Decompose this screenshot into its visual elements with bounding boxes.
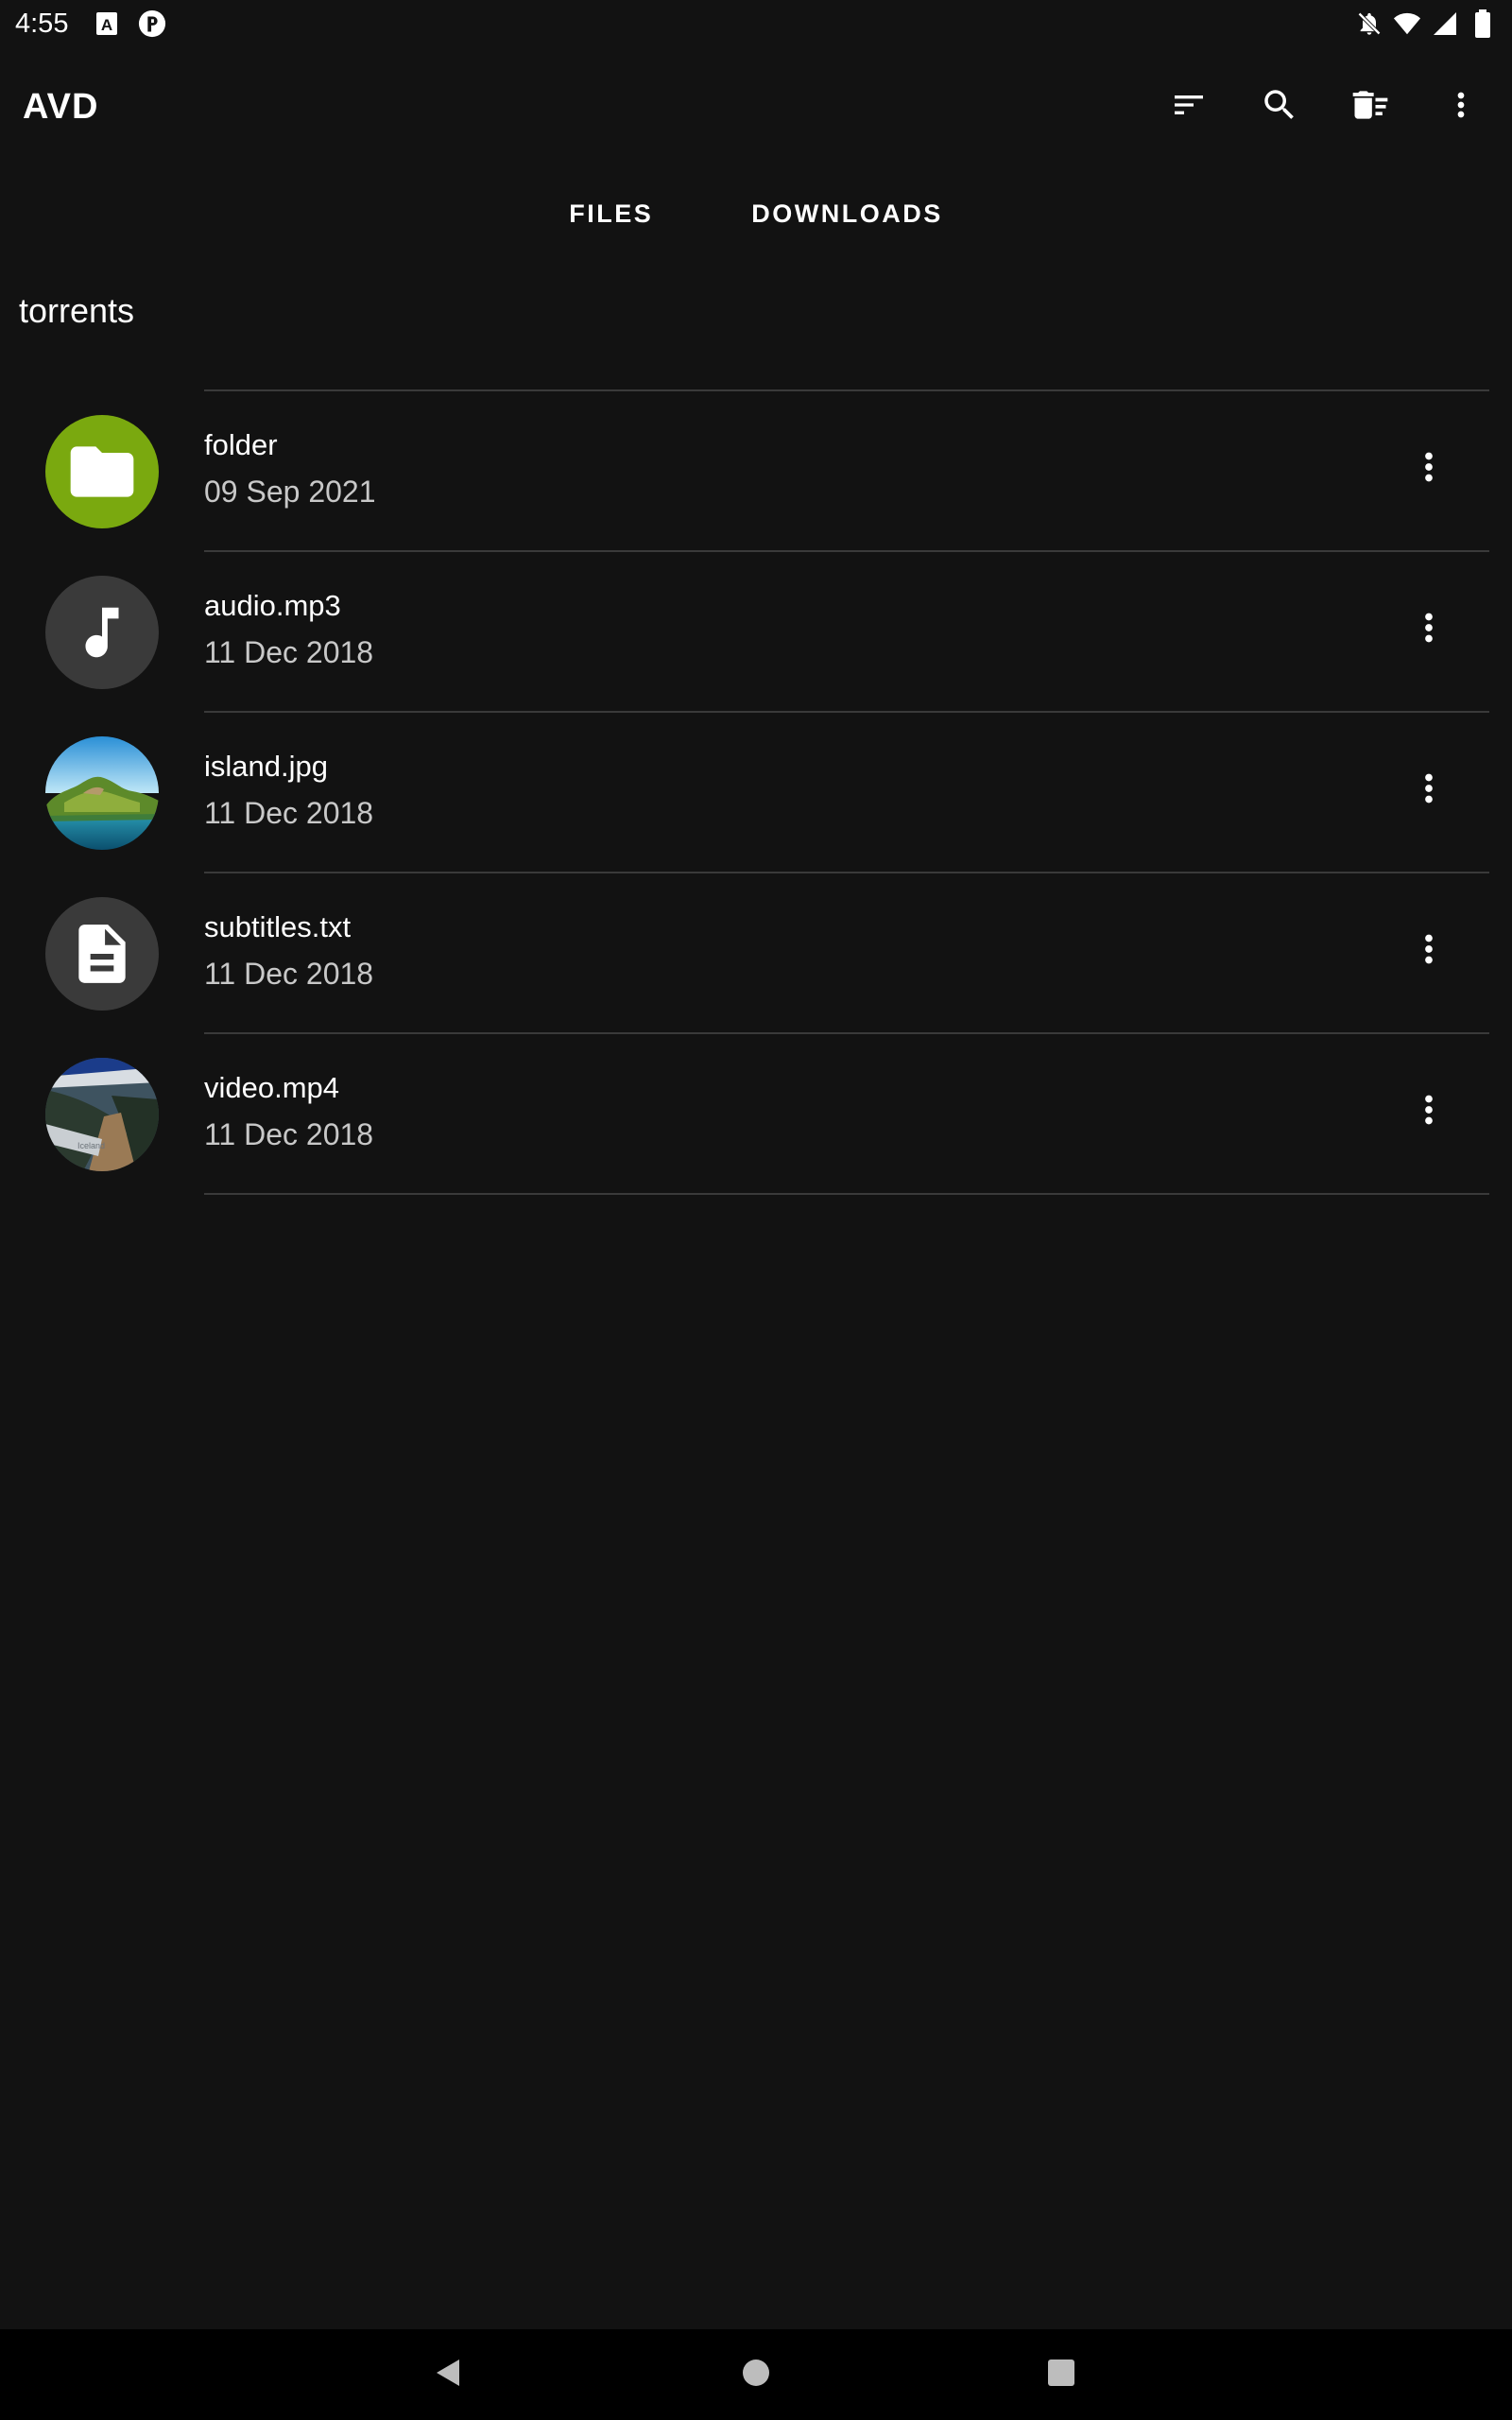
file-list: folder 09 Sep 2021 audio.mp3 11 Dec 2018 <box>0 389 1512 1195</box>
file-date: 11 Dec 2018 <box>204 796 374 831</box>
more-vert-icon <box>1442 86 1480 129</box>
wifi-icon <box>1393 9 1421 38</box>
delete-sweep-button[interactable] <box>1334 71 1406 143</box>
more-vert-icon <box>1407 1088 1451 1136</box>
item-menu-button[interactable] <box>1393 433 1465 505</box>
tab-bar: FILES DOWNLOADS <box>0 176 1512 251</box>
back-icon <box>431 2356 465 2394</box>
file-name: island.jpg <box>204 750 328 783</box>
more-vert-icon <box>1407 606 1451 654</box>
app-bar: AVD <box>0 47 1512 166</box>
search-icon <box>1260 85 1299 130</box>
list-item[interactable]: folder 09 Sep 2021 <box>0 391 1512 550</box>
list-item[interactable]: audio.mp3 11 Dec 2018 <box>0 552 1512 711</box>
file-name: subtitles.txt <box>204 910 352 943</box>
file-date: 11 Dec 2018 <box>204 635 374 670</box>
search-button[interactable] <box>1244 71 1315 143</box>
status-bar: 4:55 A <box>0 0 1512 47</box>
file-date: 09 Sep 2021 <box>204 475 376 510</box>
system-nav-bar <box>0 2329 1512 2420</box>
status-time: 4:55 <box>15 8 69 39</box>
app-bar-actions <box>1153 71 1497 143</box>
more-vert-icon <box>1407 767 1451 815</box>
item-menu-button[interactable] <box>1393 594 1465 666</box>
app-title: AVD <box>23 86 99 127</box>
document-icon <box>45 897 159 1011</box>
recents-icon <box>1046 2358 1076 2393</box>
current-directory-label: torrents <box>19 291 135 330</box>
file-name: audio.mp3 <box>204 589 341 622</box>
video-thumbnail: Iceland <box>45 1058 159 1171</box>
file-date: 11 Dec 2018 <box>204 1117 374 1152</box>
music-note-icon <box>45 576 159 689</box>
item-menu-button[interactable] <box>1393 915 1465 987</box>
home-button[interactable] <box>726 2344 786 2405</box>
delete-sweep-icon <box>1349 84 1391 130</box>
sort-button[interactable] <box>1153 71 1225 143</box>
recents-button[interactable] <box>1031 2344 1091 2405</box>
file-name: folder <box>204 428 278 461</box>
svg-text:Iceland: Iceland <box>77 1141 105 1150</box>
svg-text:A: A <box>101 16 112 34</box>
item-menu-button[interactable] <box>1393 1076 1465 1148</box>
a-notification-icon: A <box>93 9 121 38</box>
file-name: video.mp4 <box>204 1071 340 1104</box>
battery-icon <box>1469 9 1497 38</box>
list-item[interactable]: subtitles.txt 11 Dec 2018 <box>0 873 1512 1032</box>
sort-icon <box>1170 86 1208 129</box>
home-icon <box>741 2358 771 2393</box>
island-thumbnail <box>45 736 159 850</box>
list-item[interactable]: island.jpg 11 Dec 2018 <box>0 713 1512 872</box>
item-menu-button[interactable] <box>1393 754 1465 826</box>
signal-icon <box>1431 9 1459 38</box>
more-vert-icon <box>1407 445 1451 493</box>
tab-files[interactable]: FILES <box>520 181 702 248</box>
list-divider <box>204 1193 1489 1195</box>
overflow-menu-button[interactable] <box>1425 71 1497 143</box>
list-item[interactable]: Iceland video.mp4 11 Dec 2018 <box>0 1034 1512 1193</box>
r-notification-icon <box>138 9 166 38</box>
tab-downloads[interactable]: DOWNLOADS <box>702 181 991 248</box>
file-date: 11 Dec 2018 <box>204 957 374 992</box>
back-button[interactable] <box>418 2344 478 2405</box>
more-vert-icon <box>1407 927 1451 976</box>
mute-icon <box>1355 9 1383 38</box>
folder-icon <box>45 415 159 528</box>
